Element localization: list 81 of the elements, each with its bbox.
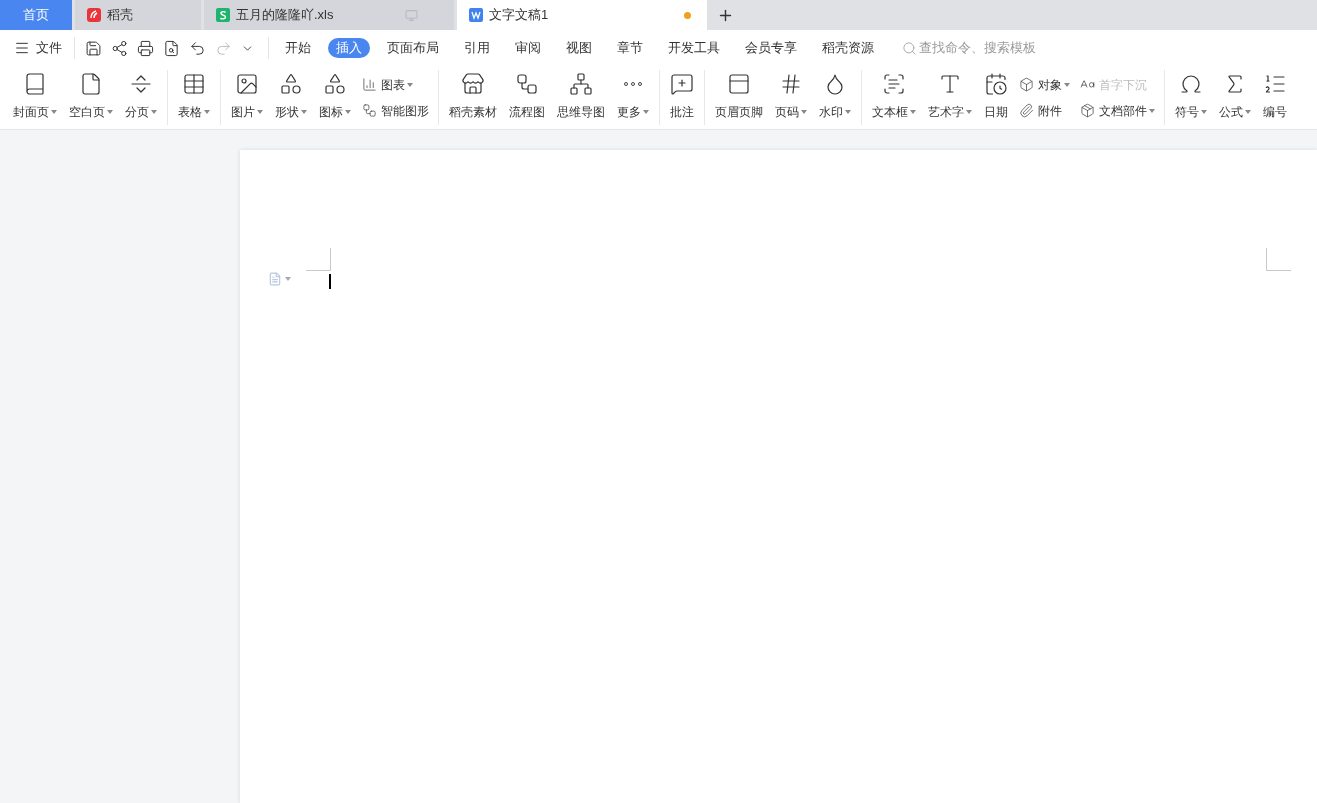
ribbon-button[interactable]: 文本框 [867, 66, 921, 129]
book-icon [23, 72, 47, 96]
ribbon-button[interactable]: 流程图 [504, 66, 550, 129]
mind-map-icon [569, 72, 593, 96]
monitor-icon [405, 8, 418, 22]
print-preview-icon[interactable] [163, 39, 180, 57]
ribbon-button[interactable]: 图片 [226, 66, 268, 129]
object-icon [1019, 77, 1034, 92]
ribbon-small-button[interactable]: 智能图形 [362, 101, 429, 120]
icons-icon [323, 72, 347, 96]
ribbon-tab[interactable]: 稻壳资源 [814, 38, 882, 58]
ribbon-button[interactable]: 图标 [314, 66, 356, 129]
store-icon [461, 72, 485, 96]
text-box-icon [882, 72, 906, 96]
tab-label: 文字文稿1 [489, 6, 549, 25]
paperclip-icon [1019, 103, 1034, 118]
ribbon-button[interactable]: 符号 [1170, 66, 1212, 129]
smart-graphic-icon [362, 103, 377, 118]
file-menu-button[interactable]: 文件 [14, 38, 70, 58]
docer-logo-icon [87, 8, 101, 22]
table-icon [182, 72, 206, 96]
tab-label: 首页 [23, 6, 49, 25]
comment-icon [670, 72, 694, 96]
tab-label: 五月的隆隆吖.xls [236, 6, 334, 25]
ribbon-button[interactable]: 编号 [1258, 66, 1292, 129]
ribbon-button[interactable]: 页码 [770, 66, 812, 129]
ribbon-tab[interactable]: 引用 [456, 38, 498, 58]
ribbon-tab[interactable]: 审阅 [507, 38, 549, 58]
ribbon-button[interactable]: 页眉页脚 [710, 66, 768, 129]
ribbon-button[interactable]: 表格 [173, 66, 215, 129]
ribbon-tab[interactable]: 页面布局 [379, 38, 447, 58]
ribbon-button[interactable]: 艺术字 [923, 66, 977, 129]
ribbon-tab[interactable]: 视图 [558, 38, 600, 58]
ribbon-tab[interactable]: 插入 [328, 38, 370, 58]
more-icon [624, 82, 642, 86]
ribbon-button[interactable]: 思维导图 [552, 66, 610, 129]
share-icon[interactable] [111, 39, 128, 57]
ribbon-small-button[interactable]: 对象 [1019, 75, 1070, 94]
ribbon-button[interactable]: 空白页 [64, 66, 118, 129]
blank-page-icon [79, 72, 103, 96]
date-icon [984, 72, 1008, 96]
document-tab[interactable]: 首页 [0, 0, 72, 30]
ribbon-small-button[interactable]: 图表 [362, 75, 429, 94]
ribbon-small-button[interactable]: 文档部件 [1080, 101, 1155, 120]
search-icon [902, 40, 917, 56]
word-art-icon [938, 72, 962, 96]
numbering-icon [1263, 72, 1287, 96]
ribbon-button[interactable]: 日期 [979, 66, 1013, 129]
ribbon-button[interactable]: 水印 [814, 66, 856, 129]
document-tab[interactable]: 五月的隆隆吖.xls [204, 0, 454, 30]
ribbon-small-button[interactable]: 附件 [1019, 101, 1070, 120]
menu-icon [14, 40, 30, 56]
ribbon-tab[interactable]: 开始 [277, 38, 319, 58]
ribbon-button[interactable]: 分页 [120, 66, 162, 129]
ribbon-tab[interactable]: 章节 [609, 38, 651, 58]
ribbon-button[interactable]: 稻壳素材 [444, 66, 502, 129]
margin-mark [1266, 248, 1291, 271]
ribbon-tab[interactable]: 会员专享 [737, 38, 805, 58]
save-icon[interactable] [85, 39, 102, 57]
ribbon-button[interactable]: 更多 [612, 66, 654, 129]
omega-icon [1179, 72, 1203, 96]
document-parts-icon [1080, 103, 1095, 118]
shapes-icon [279, 72, 303, 96]
header-footer-icon [727, 72, 751, 96]
flowchart-icon [515, 72, 539, 96]
writer-logo-icon [469, 8, 483, 22]
ribbon-tab[interactable]: 开发工具 [660, 38, 728, 58]
ribbon-button[interactable]: 封面页 [8, 66, 62, 129]
margin-mark [306, 248, 331, 271]
print-icon[interactable] [137, 39, 154, 57]
ribbon-button[interactable]: 批注 [665, 66, 699, 129]
document-tab[interactable]: 稻壳 [75, 0, 201, 30]
text-cursor [329, 274, 331, 289]
sheet-logo-icon [216, 8, 230, 22]
ribbon-button[interactable]: 公式 [1214, 66, 1256, 129]
image-icon [235, 72, 259, 96]
chart-icon [362, 77, 377, 92]
document-tab[interactable]: 文字文稿1 [457, 0, 707, 30]
ribbon-button[interactable]: 形状 [270, 66, 312, 129]
tab-label: 稻壳 [107, 6, 133, 25]
undo-icon[interactable] [189, 39, 206, 57]
